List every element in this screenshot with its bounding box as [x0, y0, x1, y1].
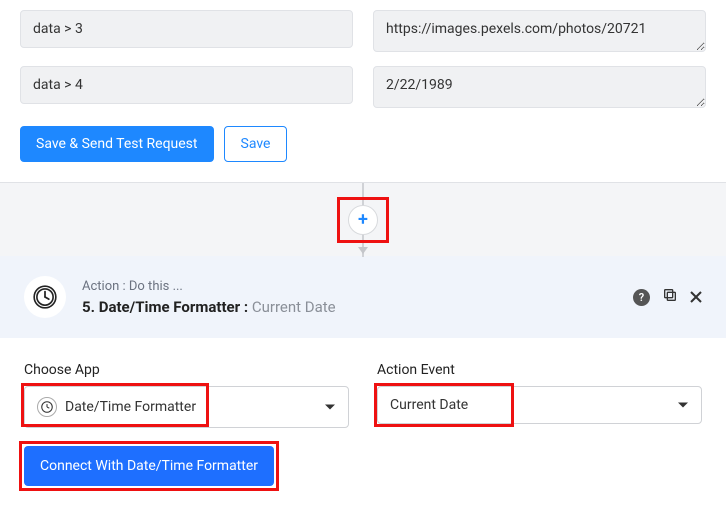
help-icon[interactable]: ? — [633, 289, 650, 306]
action-event-label: Action Event — [377, 362, 702, 378]
clock-icon — [32, 284, 58, 310]
connector-area: + — [0, 182, 726, 256]
field-value-textarea[interactable]: https://images.pexels.com/photos/20721 — [373, 10, 706, 52]
choose-app-label: Choose App — [24, 362, 349, 378]
choose-app-value: Date/Time Formatter — [65, 399, 196, 415]
action-event-select[interactable]: Current Date — [377, 386, 702, 424]
step-sub-title: Current Date — [252, 298, 336, 316]
step-app-name: Date/Time Formatter — [99, 298, 240, 316]
step-actions: ? — [633, 287, 702, 307]
mapping-fields: https://images.pexels.com/photos/20721 2… — [0, 0, 726, 182]
chevron-down-icon — [678, 403, 688, 408]
save-send-test-button[interactable]: Save & Send Test Request — [20, 126, 214, 162]
step-header: Action : Do this ... 5. Date/Time Format… — [0, 256, 726, 338]
field-key-input[interactable] — [20, 66, 353, 104]
step-title-block: Action : Do this ... 5. Date/Time Format… — [82, 279, 617, 316]
connector-arrow-icon — [358, 247, 368, 254]
field-key-input[interactable] — [20, 10, 353, 48]
field-row: https://images.pexels.com/photos/20721 — [20, 10, 706, 56]
action-event-value: Current Date — [390, 397, 468, 413]
save-button[interactable]: Save — [224, 126, 288, 162]
button-row: Save & Send Test Request Save — [20, 126, 706, 162]
step-number: 5. — [82, 298, 95, 316]
step-app-icon — [24, 276, 66, 318]
copy-icon[interactable] — [662, 287, 678, 307]
step-body: Choose App Date/Time Formatter Connect W… — [0, 338, 726, 510]
step-action-label: Action : Do this ... — [82, 279, 617, 294]
chevron-down-icon — [325, 405, 335, 410]
step-title: 5. Date/Time Formatter : Current Date — [82, 298, 617, 316]
connect-app-button[interactable]: Connect With Date/Time Formatter — [24, 446, 274, 486]
field-row: 2/22/1989 — [20, 66, 706, 112]
clock-icon — [37, 397, 57, 417]
choose-app-select[interactable]: Date/Time Formatter — [24, 386, 349, 428]
add-step-button[interactable]: + — [348, 205, 378, 235]
close-icon[interactable] — [690, 288, 702, 307]
field-value-textarea[interactable]: 2/22/1989 — [373, 66, 706, 108]
